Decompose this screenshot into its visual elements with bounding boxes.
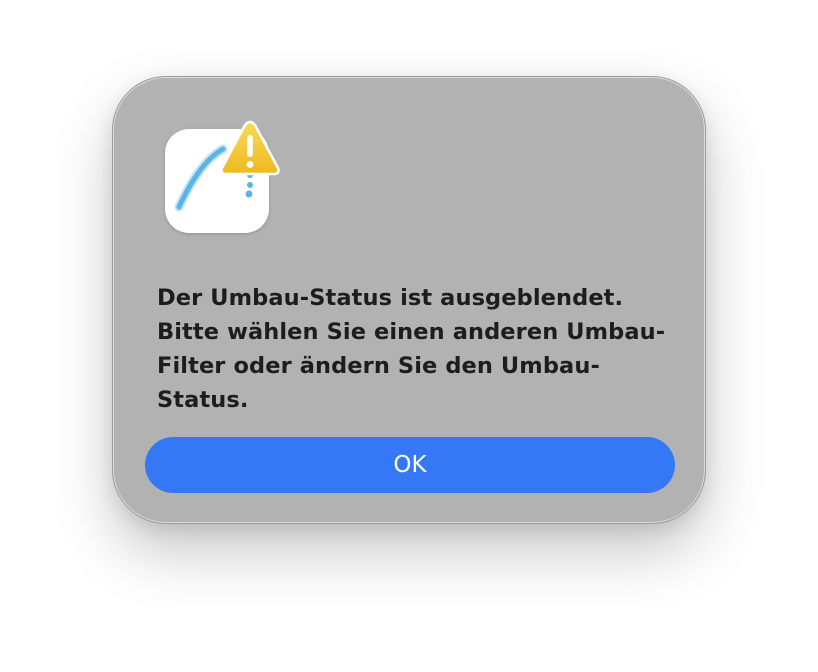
warning-icon <box>220 120 280 176</box>
app-icon <box>165 120 280 233</box>
alert-dialog: Der Umbau-Status ist ausgeblendet. Bitte… <box>112 76 706 524</box>
screen: Der Umbau-Status ist ausgeblendet. Bitte… <box>0 0 818 672</box>
ok-button[interactable]: OK <box>145 437 675 493</box>
alert-message: Der Umbau-Status ist ausgeblendet. Bitte… <box>157 285 666 413</box>
